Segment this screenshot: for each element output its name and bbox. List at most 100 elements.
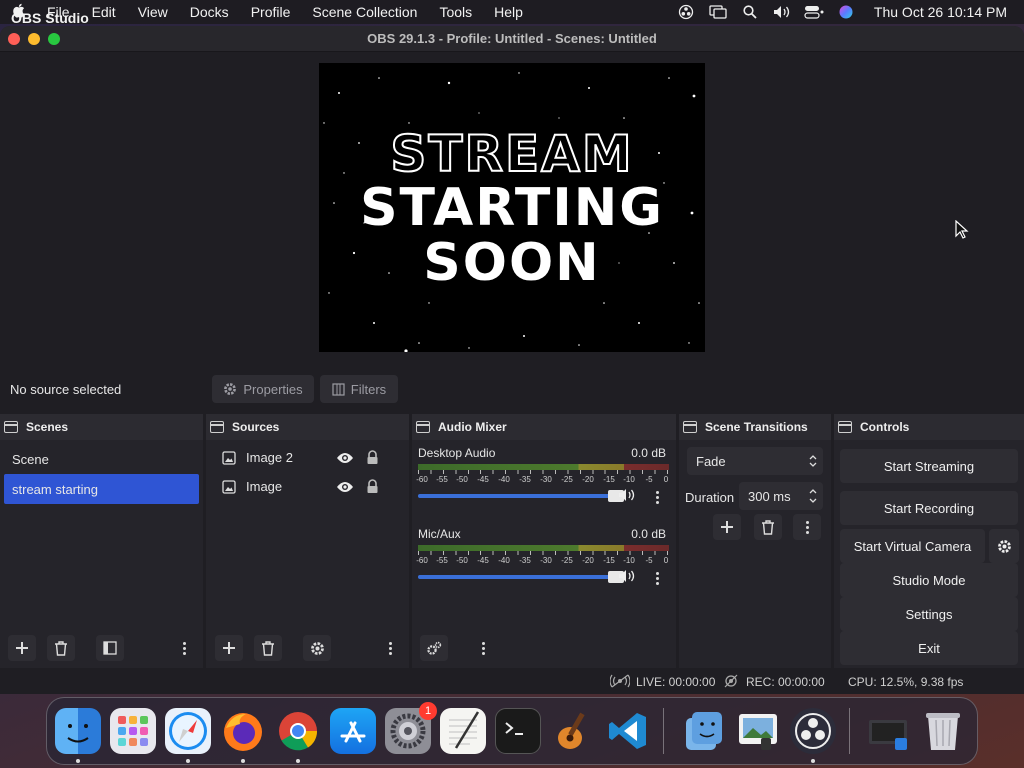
transition-select[interactable]: Fade xyxy=(687,447,823,475)
garageband-icon[interactable] xyxy=(550,708,596,754)
exit-button[interactable]: Exit xyxy=(840,631,1018,665)
obs-status-icon[interactable] xyxy=(670,0,702,24)
menu-help[interactable]: Help xyxy=(483,4,534,20)
source-toolbar: No source selected Properties Filters xyxy=(0,371,1024,407)
source-properties-button[interactable] xyxy=(303,635,331,661)
add-transition-button[interactable] xyxy=(713,514,741,540)
sources-dock-header: Sources xyxy=(206,414,409,440)
add-scene-button[interactable] xyxy=(8,635,36,661)
cpu-fps-status: CPU: 12.5%, 9.38 fps xyxy=(848,675,964,689)
firefox-icon[interactable] xyxy=(220,708,266,754)
scenes-more-button[interactable] xyxy=(173,637,195,659)
screen-mirroring-icon[interactable] xyxy=(702,0,734,24)
menu-bar: OBS Studio File Edit View Docks Profile … xyxy=(0,0,1024,26)
screenshot-icon[interactable] xyxy=(865,708,911,754)
control-center-icon[interactable] xyxy=(798,0,830,24)
dock-window-icon xyxy=(4,421,18,433)
mixer-more-button[interactable] xyxy=(472,637,494,659)
sources-title: Sources xyxy=(232,420,280,434)
chrome-icon[interactable] xyxy=(275,708,321,754)
finder-icon[interactable] xyxy=(55,708,101,754)
window-title: OBS 29.1.3 - Profile: Untitled - Scenes:… xyxy=(367,31,657,46)
source-item[interactable]: Image 2 xyxy=(206,443,409,472)
volume-slider[interactable] xyxy=(418,571,624,583)
docks-area: Scenes Scene stream starting Sources Ima… xyxy=(0,414,1024,668)
launchpad-icon[interactable] xyxy=(110,708,156,754)
channel-more-button[interactable] xyxy=(646,486,668,508)
rec-timer: REC: 00:00:00 xyxy=(746,675,825,689)
app-store-icon[interactable] xyxy=(330,708,376,754)
record-icon xyxy=(724,674,738,688)
volume-icon[interactable] xyxy=(766,0,798,24)
obs-icon[interactable] xyxy=(790,708,836,754)
selected-source-status: No source selected xyxy=(10,381,122,397)
trash-icon xyxy=(262,640,274,656)
preview-area[interactable]: STREAM STARTING SOON xyxy=(0,52,1024,382)
menu-profile[interactable]: Profile xyxy=(240,4,302,20)
advanced-audio-button[interactable] xyxy=(420,635,448,661)
menu-datetime[interactable]: Thu Oct 26 10:14 PM xyxy=(862,4,1024,20)
window-titlebar: OBS 29.1.3 - Profile: Untitled - Scenes:… xyxy=(0,26,1024,52)
lock-icon[interactable] xyxy=(366,450,379,465)
start-recording-button[interactable]: Start Recording xyxy=(840,491,1018,525)
status-bar: LIVE: 00:00:00 REC: 00:00:00 CPU: 12.5%,… xyxy=(0,668,1024,694)
preview-text-line3: SOON xyxy=(423,233,601,293)
virtual-camera-settings-button[interactable] xyxy=(989,529,1019,563)
remove-source-button[interactable] xyxy=(254,635,282,661)
dock-window-icon xyxy=(683,421,697,433)
live-signal-icon xyxy=(610,674,630,688)
studio-mode-button[interactable]: Studio Mode xyxy=(840,563,1018,597)
menu-view[interactable]: View xyxy=(127,4,179,20)
transitions-dock-header: Scene Transitions xyxy=(679,414,831,440)
sources-footer xyxy=(206,628,409,668)
menu-tools[interactable]: Tools xyxy=(428,4,483,20)
visibility-eye-icon[interactable] xyxy=(336,452,354,464)
controls-dock-header: Controls xyxy=(834,414,1024,440)
source-item-label: Image 2 xyxy=(246,450,293,465)
search-icon[interactable] xyxy=(734,0,766,24)
scene-item[interactable]: Scene xyxy=(0,444,203,474)
live-timer: LIVE: 00:00:00 xyxy=(636,675,716,689)
preview-canvas[interactable]: STREAM STARTING SOON xyxy=(319,63,705,352)
properties-button[interactable]: Properties xyxy=(212,375,314,403)
scene-filters-button[interactable] xyxy=(96,635,124,661)
siri-icon[interactable] xyxy=(830,0,862,24)
speaker-icon[interactable] xyxy=(618,488,636,502)
scenes-dock: Scenes Scene stream starting xyxy=(0,414,203,668)
channel-name: Desktop Audio xyxy=(418,446,496,460)
start-virtual-camera-button[interactable]: Start Virtual Camera xyxy=(840,529,985,563)
source-item[interactable]: Image xyxy=(206,472,409,501)
trash-icon[interactable] xyxy=(920,708,966,754)
remove-scene-button[interactable] xyxy=(47,635,75,661)
transition-more-button[interactable] xyxy=(793,514,821,540)
add-source-button[interactable] xyxy=(215,635,243,661)
filters-button[interactable]: Filters xyxy=(320,375,398,403)
safari-icon[interactable] xyxy=(165,708,211,754)
duration-label: Duration xyxy=(685,490,735,505)
channel-more-button[interactable] xyxy=(646,567,668,589)
textedit-icon[interactable] xyxy=(440,708,486,754)
menu-docks[interactable]: Docks xyxy=(179,4,240,20)
visibility-eye-icon[interactable] xyxy=(336,481,354,493)
system-settings-icon[interactable]: 1 xyxy=(385,702,437,754)
settings-button[interactable]: Settings xyxy=(840,597,1018,631)
scene-item-selected[interactable]: stream starting xyxy=(4,474,199,504)
lock-icon[interactable] xyxy=(366,479,379,494)
duration-spinbox[interactable]: 300 ms xyxy=(739,482,823,510)
transition-select-value: Fade xyxy=(696,453,726,469)
mouse-cursor-icon xyxy=(955,219,969,243)
source-item-label: Image xyxy=(246,479,283,494)
menu-scene-collection[interactable]: Scene Collection xyxy=(301,4,428,20)
vscode-icon[interactable] xyxy=(605,708,651,754)
image-source-icon xyxy=(222,479,236,494)
start-streaming-button[interactable]: Start Streaming xyxy=(840,449,1018,483)
finder-copy-icon[interactable] xyxy=(680,708,726,754)
speaker-icon[interactable] xyxy=(618,569,636,583)
preview-icon[interactable] xyxy=(735,708,781,754)
channel-name: Mic/Aux xyxy=(418,527,461,541)
volume-slider[interactable] xyxy=(418,490,624,502)
remove-transition-button[interactable] xyxy=(754,514,782,540)
sources-more-button[interactable] xyxy=(379,637,401,659)
filters-icon xyxy=(103,641,117,655)
terminal-icon[interactable] xyxy=(495,708,541,754)
